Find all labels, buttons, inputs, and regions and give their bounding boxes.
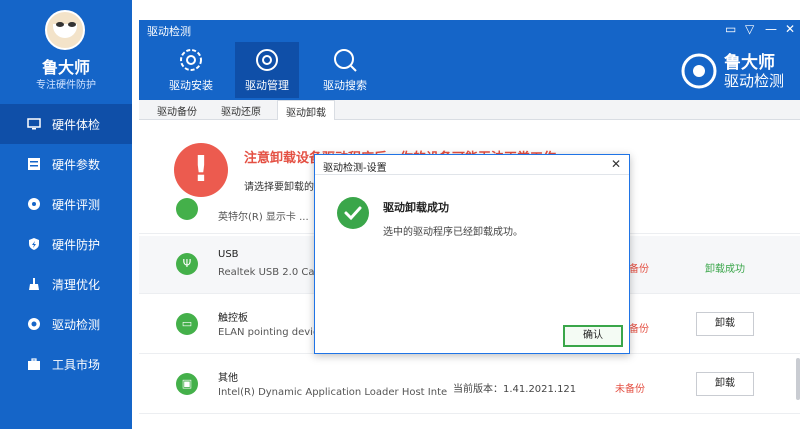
usb-icon: Ψ: [176, 253, 198, 275]
tool-label: 驱动搜索: [323, 79, 367, 92]
subtab-restore[interactable]: 驱动还原: [221, 103, 261, 118]
subtab-backup[interactable]: 驱动备份: [157, 103, 197, 118]
brand-logo: 鲁大师 专注硬件防护: [0, 0, 132, 105]
sidebar-item-hardware-benchmark[interactable]: 硬件评测: [0, 184, 132, 224]
app-root: 鲁大师 专注硬件防护 硬件体检 硬件参数 硬件评测 硬件防护 清理优化 驱动检测…: [0, 0, 800, 429]
gear-logo-icon: [681, 53, 717, 89]
device-icon: [176, 198, 198, 220]
check-icon: [337, 197, 369, 229]
mascot-icon: [45, 10, 85, 50]
device-name: 其他: [218, 373, 238, 384]
uninstall-button[interactable]: 卸载: [696, 372, 754, 396]
device-backup-status: 未备份: [615, 384, 645, 395]
minimize-icon[interactable]: —: [765, 22, 777, 36]
device-version: 当前版本：1.41.2021.121: [453, 384, 577, 395]
uninstall-button[interactable]: 卸载: [696, 312, 754, 336]
device-backup-status: 备份: [629, 324, 649, 335]
device-name: USB: [218, 249, 239, 260]
shield-icon: [26, 236, 42, 252]
tab-driver-search[interactable]: 驱动搜索: [313, 42, 377, 98]
device-backup-status: 备份: [629, 264, 649, 275]
gear-icon: [26, 316, 42, 332]
brand-title: 鲁大师: [41, 58, 90, 77]
gear-icon: [180, 49, 202, 71]
toolbar: 驱动安装 驱动管理 驱动搜索 鲁大师 驱动检测: [139, 40, 800, 100]
broom-icon: [26, 276, 42, 292]
subtab-bar: 驱动备份 驱动还原 驱动卸载: [139, 100, 800, 120]
close-icon[interactable]: ✕: [785, 22, 795, 36]
monitor-icon: [26, 116, 42, 132]
dialog-message: 选中的驱动程序已经卸载成功。: [383, 227, 523, 238]
scrollbar[interactable]: [796, 358, 800, 400]
sidebar-item-label: 硬件体检: [52, 117, 101, 132]
sidebar: 鲁大师 专注硬件防护 硬件体检 硬件参数 硬件评测 硬件防护 清理优化 驱动检测…: [0, 0, 132, 429]
sidebar-item-label: 清理优化: [52, 277, 101, 292]
menu-icon[interactable]: ▽: [745, 22, 754, 36]
tool-label: 驱动管理: [245, 79, 289, 92]
sidebar-nav: 硬件体检 硬件参数 硬件评测 硬件防护 清理优化 驱动检测 工具市场: [0, 104, 132, 384]
device-other-icon: ▣: [176, 373, 198, 395]
device-desc: ELAN pointing device: [218, 327, 325, 338]
sidebar-item-driver-detect[interactable]: 驱动检测: [0, 304, 132, 344]
gauge-icon: [26, 196, 42, 212]
brand-right-subtitle: 驱动检测: [724, 72, 785, 90]
sidebar-item-hardware-params[interactable]: 硬件参数: [0, 144, 132, 184]
sidebar-item-tool-market[interactable]: 工具市场: [0, 344, 132, 384]
confirm-button[interactable]: 确认: [563, 325, 623, 347]
tab-driver-manage[interactable]: 驱动管理: [235, 42, 299, 98]
device-desc: Realtek USB 2.0 Card: [218, 267, 325, 278]
sidebar-item-label: 硬件评测: [52, 197, 101, 212]
device-uninstall-status: 卸载成功: [705, 264, 745, 275]
dialog-titlebar: 驱动检测-设置 ✕: [315, 155, 629, 175]
sidebar-item-label: 工具市场: [52, 357, 101, 372]
refresh-gear-icon: [256, 49, 278, 71]
window-title: 驱动检测: [147, 25, 191, 38]
device-desc: 英特尔(R) 显示卡 ...: [218, 212, 309, 223]
toolbox-icon: [26, 356, 42, 372]
sidebar-item-hardware-protect[interactable]: 硬件防护: [0, 224, 132, 264]
skin-icon[interactable]: ▭: [725, 22, 736, 36]
dialog-heading: 驱动卸载成功: [383, 201, 449, 214]
success-dialog: 驱动检测-设置 ✕ 驱动卸载成功 选中的驱动程序已经卸载成功。 确认: [314, 154, 630, 354]
search-icon: [334, 49, 357, 72]
touchpad-icon: ▭: [176, 313, 198, 335]
sidebar-item-label: 硬件参数: [52, 157, 101, 172]
tab-driver-install[interactable]: 驱动安装: [159, 42, 223, 98]
sidebar-item-cleanup[interactable]: 清理优化: [0, 264, 132, 304]
close-icon[interactable]: ✕: [611, 157, 621, 171]
window-titlebar: 驱动检测 ▭ ▽ — ✕: [139, 20, 800, 40]
brand-logo-right: 鲁大师 驱动检测: [680, 48, 790, 92]
sidebar-item-label: 驱动检测: [52, 317, 101, 332]
subtab-uninstall[interactable]: 驱动卸载: [277, 100, 335, 120]
list-icon: [26, 156, 42, 172]
brand-subtitle: 专注硬件防护: [36, 80, 96, 91]
dialog-title: 驱动检测-设置: [323, 163, 387, 174]
sidebar-item-label: 硬件防护: [52, 237, 101, 252]
device-desc: Intel(R) Dynamic Application Loader Host…: [218, 387, 448, 398]
device-name: 触控板: [218, 313, 248, 324]
table-row: ▣ 其他 Intel(R) Dynamic Application Loader…: [139, 356, 800, 414]
sidebar-item-hardware-check[interactable]: 硬件体检: [0, 104, 132, 144]
tool-label: 驱动安装: [169, 79, 213, 92]
